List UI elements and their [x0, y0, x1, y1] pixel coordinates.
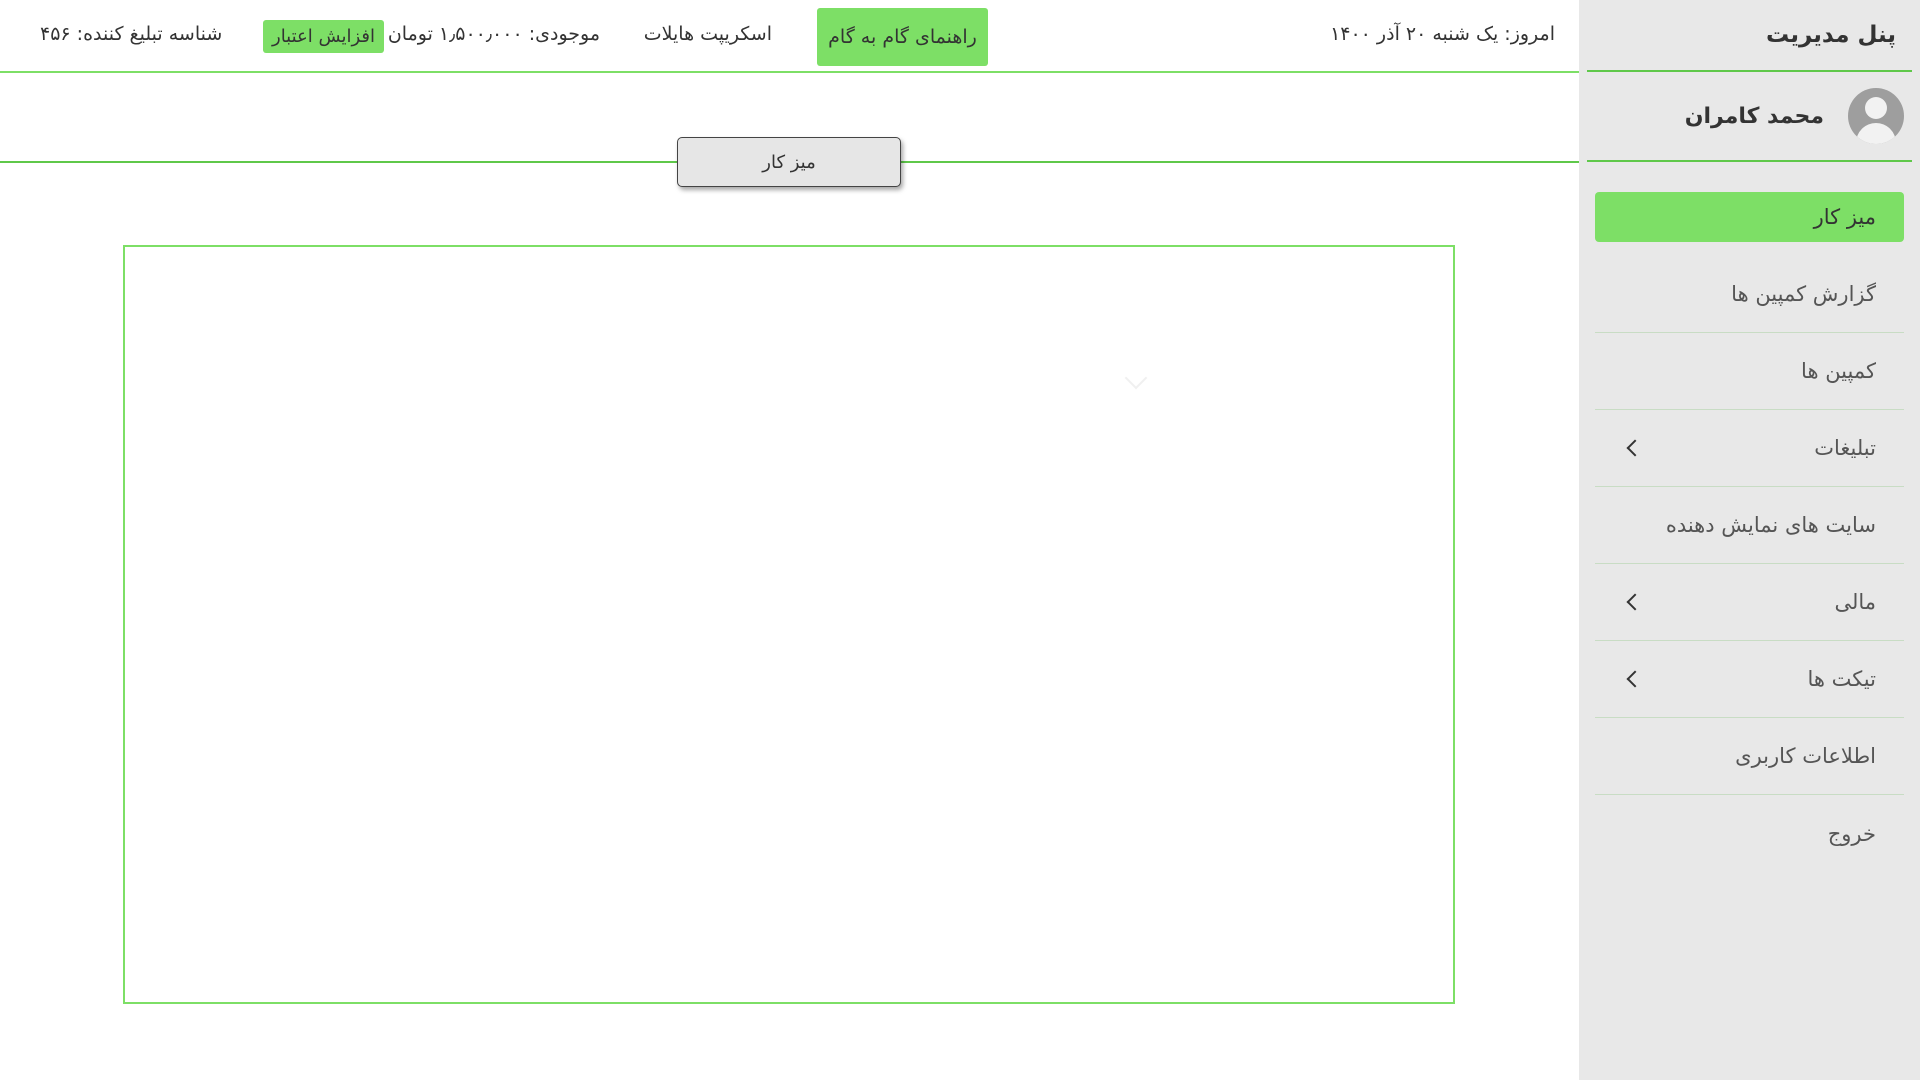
sidebar-menu: میز کار گزارش کمپین ها کمپین ها تبلیغات …: [1579, 192, 1920, 872]
scripts-link[interactable]: اسکریپت هایلات: [644, 23, 772, 45]
increase-credit-button[interactable]: افزایش اعتبار: [263, 20, 384, 53]
sidebar-item-label: میز کار: [1813, 205, 1876, 229]
sidebar-item-user-info[interactable]: اطلاعات کاربری: [1595, 718, 1904, 795]
sidebar-item-logout[interactable]: خروج: [1595, 795, 1904, 872]
step-by-step-guide-button[interactable]: راهنمای گام به گام: [817, 8, 988, 66]
sidebar-item-label: مالی: [1834, 590, 1876, 614]
sidebar-item-label: تبلیغات: [1814, 436, 1876, 460]
sidebar-item-campaigns[interactable]: کمپین ها: [1595, 333, 1904, 410]
user-profile: محمد کامران: [1587, 72, 1912, 162]
section-title-tab: میز کار: [677, 137, 901, 187]
sidebar-item-label: خروج: [1827, 821, 1876, 846]
balance-text: موجودی: ۱٫۵۰۰٫۰۰۰ تومان: [387, 23, 600, 45]
sidebar-item-tickets[interactable]: تیکت ها: [1595, 641, 1904, 718]
sidebar: پنل مدیریت محمد کامران میز کار گزارش کمپ…: [1579, 0, 1920, 1080]
sidebar-item-campaign-reports[interactable]: گزارش کمپین ها: [1595, 256, 1904, 333]
chevron-left-icon: [1626, 593, 1644, 611]
sidebar-item-label: کمپین ها: [1801, 359, 1876, 383]
dashboard-content-area: [123, 245, 1455, 1004]
sidebar-item-label: تیکت ها: [1807, 667, 1876, 691]
today-date: امروز: یک شنبه ۲۰ آذر ۱۴۰۰: [1330, 23, 1555, 45]
avatar-icon: [1848, 88, 1904, 144]
sidebar-item-label: سایت های نمایش دهنده: [1665, 513, 1876, 537]
chevron-left-icon: [1626, 439, 1644, 457]
sidebar-item-publisher-sites[interactable]: سایت های نمایش دهنده: [1595, 487, 1904, 564]
sidebar-item-finance[interactable]: مالی: [1595, 564, 1904, 641]
sidebar-item-dashboard[interactable]: میز کار: [1595, 192, 1904, 242]
panel-title: پنل مدیریت: [1587, 0, 1912, 72]
sidebar-item-ads[interactable]: تبلیغات: [1595, 410, 1904, 487]
advertiser-id: شناسه تبلیغ کننده: ۴۵۶: [40, 23, 223, 45]
chevron-left-icon: [1626, 670, 1644, 688]
sidebar-item-label: اطلاعات کاربری: [1735, 744, 1876, 768]
top-bar: امروز: یک شنبه ۲۰ آذر ۱۴۰۰ راهنمای گام ب…: [0, 0, 1579, 73]
sidebar-item-label: گزارش کمپین ها: [1731, 282, 1876, 306]
user-name: محمد کامران: [1684, 103, 1824, 129]
